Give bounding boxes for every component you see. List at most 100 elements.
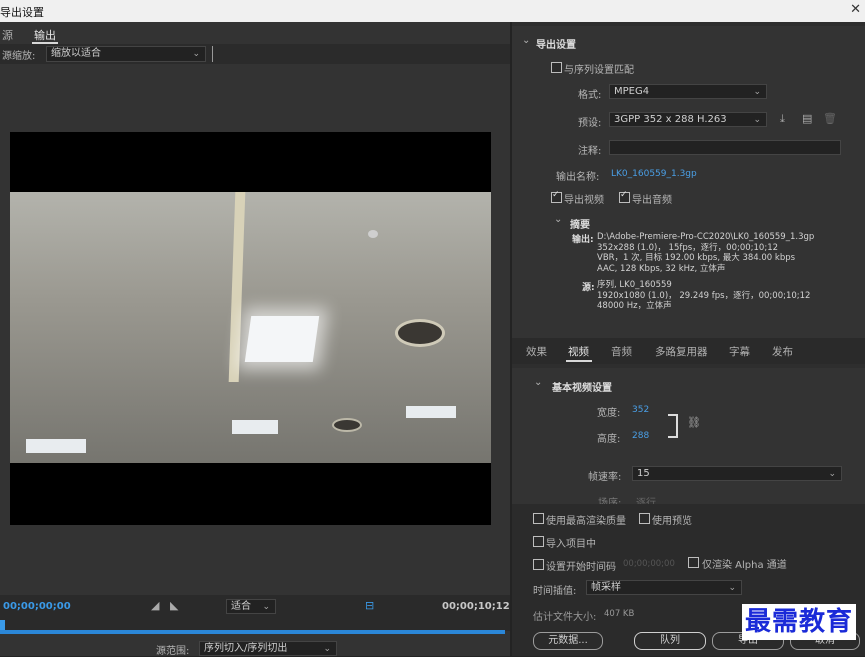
link-bracket bbox=[668, 414, 678, 438]
summary-output-line: D:\Adobe-Premiere-Pro-CC2020\LK0_160559_… bbox=[597, 232, 815, 242]
summary-output: D:\Adobe-Premiere-Pro-CC2020\LK0_160559_… bbox=[597, 232, 814, 274]
playhead-handle[interactable] bbox=[0, 620, 5, 630]
height-value[interactable]: 288 bbox=[632, 431, 649, 441]
timeline-controls: 00;00;00;00 ◢ ◣ 适合 ⌄ ⊟ 00;00;10;12 bbox=[0, 595, 510, 631]
summary-header[interactable]: 摘要 bbox=[570, 216, 590, 231]
summary-source-label: 源: bbox=[582, 283, 595, 293]
field-order-label: 场序: bbox=[598, 498, 622, 504]
format-label: 格式: bbox=[578, 90, 602, 101]
comment-label: 注释: bbox=[578, 146, 602, 157]
comment-field[interactable] bbox=[609, 140, 841, 155]
summary-source: 序列, LK0_160559 1920x1080 (1.0)， 29.249 f… bbox=[597, 280, 810, 312]
smoke-detector bbox=[368, 230, 378, 238]
fit-value: 适合 bbox=[231, 601, 251, 612]
window-title: 导出设置 bbox=[0, 6, 44, 19]
timeline-track[interactable] bbox=[0, 630, 505, 634]
divider bbox=[212, 46, 213, 62]
queue-button[interactable]: 队列 bbox=[634, 632, 706, 650]
mark-in-icon[interactable]: ◢ bbox=[151, 599, 159, 612]
export-video-checkbox[interactable] bbox=[551, 190, 562, 203]
summary-source-line: 序列, LK0_160559 bbox=[597, 280, 672, 290]
metadata-button[interactable]: 元数据... bbox=[533, 632, 603, 650]
summary-source-line: 48000 Hz，立体声 bbox=[597, 301, 672, 311]
width-label: 宽度: bbox=[597, 408, 621, 419]
chevron-down-icon: ⌄ bbox=[753, 115, 761, 125]
ceiling-light bbox=[26, 439, 86, 453]
tab-source[interactable]: 源 bbox=[2, 27, 13, 43]
summary-collapse-icon[interactable]: ⌄ bbox=[554, 214, 562, 225]
field-order-value[interactable]: 逐行 bbox=[636, 494, 656, 504]
tab-multiplexer[interactable]: 多路复用器 bbox=[655, 344, 708, 359]
ceiling-light bbox=[232, 420, 278, 434]
source-range-value: 序列切入/序列切出 bbox=[204, 643, 288, 654]
output-name-label: 输出名称: bbox=[556, 172, 600, 183]
mark-out-icon[interactable]: ◣ bbox=[170, 599, 178, 612]
set-start-tc-checkbox[interactable] bbox=[533, 559, 544, 570]
ceiling-light bbox=[406, 406, 456, 418]
import-preset-icon[interactable]: ▤ bbox=[802, 112, 812, 125]
use-preview-label: 使用预览 bbox=[652, 516, 692, 527]
format-dropdown[interactable]: MPEG4 ⌄ bbox=[609, 84, 767, 99]
source-range-dropdown[interactable]: 序列切入/序列切出 ⌄ bbox=[199, 641, 337, 656]
title-bar: 导出设置 ✕ bbox=[0, 0, 865, 22]
preset-label: 预设: bbox=[578, 118, 602, 129]
basic-video-section: ⌄ 基本视频设置 宽度: 352 高度: 288 ⛓ 帧速率: 15 ⌄ 场序:… bbox=[512, 368, 865, 504]
export-settings-section: 导出设置 ⌄ 与序列设置匹配 格式: MPEG4 ⌄ 预设: 3GPP 352 … bbox=[512, 26, 865, 338]
chevron-down-icon: ⌄ bbox=[262, 602, 270, 612]
duration-timecode: 00;00;10;12 bbox=[442, 601, 510, 612]
fps-dropdown[interactable]: 15 ⌄ bbox=[632, 466, 842, 481]
tab-video[interactable]: 视频 bbox=[568, 344, 589, 359]
summary-output-line: VBR，1 次, 目标 192.00 kbps, 最大 384.00 kbps bbox=[597, 253, 796, 263]
source-scale-row: 源缩放: 缩放以适合 ⌄ bbox=[0, 44, 510, 64]
collapse-icon[interactable]: ⌄ bbox=[522, 35, 530, 46]
summary-output-line: AAC, 128 Kbps, 32 kHz, 立体声 bbox=[597, 263, 726, 274]
set-start-tc-label: 设置开始时间码 bbox=[546, 562, 616, 573]
max-quality-label: 使用最高渲染质量 bbox=[546, 516, 626, 527]
chevron-down-icon: ⌄ bbox=[192, 49, 200, 59]
fit-dropdown[interactable]: 适合 ⌄ bbox=[226, 599, 276, 614]
preset-value: 3GPP 352 x 288 H.263 bbox=[614, 114, 727, 125]
match-sequence-label: 与序列设置匹配 bbox=[564, 65, 634, 76]
source-scale-label: 源缩放: bbox=[2, 51, 36, 62]
delete-preset-icon[interactable]: 🗑 bbox=[823, 112, 837, 125]
max-quality-checkbox[interactable] bbox=[533, 513, 544, 524]
match-sequence-checkbox[interactable] bbox=[551, 62, 562, 73]
start-tc-value[interactable]: 00;00;00;00 bbox=[623, 559, 675, 569]
watermark-logo: 最需教育 bbox=[742, 604, 857, 640]
tab-audio[interactable]: 音频 bbox=[611, 344, 632, 359]
source-scale-dropdown[interactable]: 缩放以适合 ⌄ bbox=[46, 46, 206, 62]
interp-value: 帧采样 bbox=[591, 582, 621, 593]
summary-output-line: 352x288 (1.0)， 15fps，逐行，00;00;10;12 bbox=[597, 242, 779, 253]
ceiling-vent bbox=[395, 319, 445, 347]
basic-video-header[interactable]: 基本视频设置 bbox=[552, 379, 612, 394]
tab-output[interactable]: 输出 bbox=[34, 27, 56, 43]
chevron-down-icon: ⌄ bbox=[753, 87, 761, 97]
chain-link-icon[interactable]: ⛓ bbox=[687, 416, 701, 429]
export-settings-header[interactable]: 导出设置 bbox=[536, 36, 576, 51]
tab-effects[interactable]: 效果 bbox=[526, 344, 547, 359]
alpha-only-label: 仅渲染 Alpha 通道 bbox=[702, 560, 787, 571]
settings-tabs: 效果 视频 音频 多路复用器 字幕 发布 bbox=[512, 338, 865, 364]
save-preset-icon[interactable]: ⤓ bbox=[780, 112, 785, 126]
output-name-link[interactable]: LK0_160559_1.3gp bbox=[611, 169, 697, 179]
import-project-checkbox[interactable] bbox=[533, 536, 544, 547]
preview-tabs: 源 输出 bbox=[0, 24, 510, 44]
summary-source-line: 1920x1080 (1.0)， 29.249 fps，逐行，00;00;10;… bbox=[597, 290, 811, 301]
export-video-label: 导出视频 bbox=[564, 195, 604, 206]
interp-dropdown[interactable]: 帧采样 ⌄ bbox=[586, 580, 742, 595]
close-icon[interactable]: ✕ bbox=[850, 2, 861, 17]
width-value[interactable]: 352 bbox=[632, 405, 649, 415]
export-audio-checkbox[interactable] bbox=[619, 190, 630, 203]
source-range-row: 源范围: 序列切入/序列切出 ⌄ bbox=[0, 640, 510, 657]
alpha-only-checkbox[interactable] bbox=[688, 557, 699, 568]
use-preview-checkbox[interactable] bbox=[639, 513, 650, 524]
aspect-ratio-icon[interactable]: ⊟ bbox=[365, 599, 374, 612]
fps-value: 15 bbox=[637, 468, 650, 479]
collapse-icon[interactable]: ⌄ bbox=[534, 377, 542, 388]
preset-dropdown[interactable]: 3GPP 352 x 288 H.263 ⌄ bbox=[609, 112, 767, 127]
chevron-down-icon: ⌄ bbox=[728, 583, 736, 593]
tab-captions[interactable]: 字幕 bbox=[729, 344, 750, 359]
tab-publish[interactable]: 发布 bbox=[772, 344, 793, 359]
filesize-label: 估计文件大小: bbox=[533, 612, 597, 623]
current-timecode[interactable]: 00;00;00;00 bbox=[3, 601, 71, 612]
